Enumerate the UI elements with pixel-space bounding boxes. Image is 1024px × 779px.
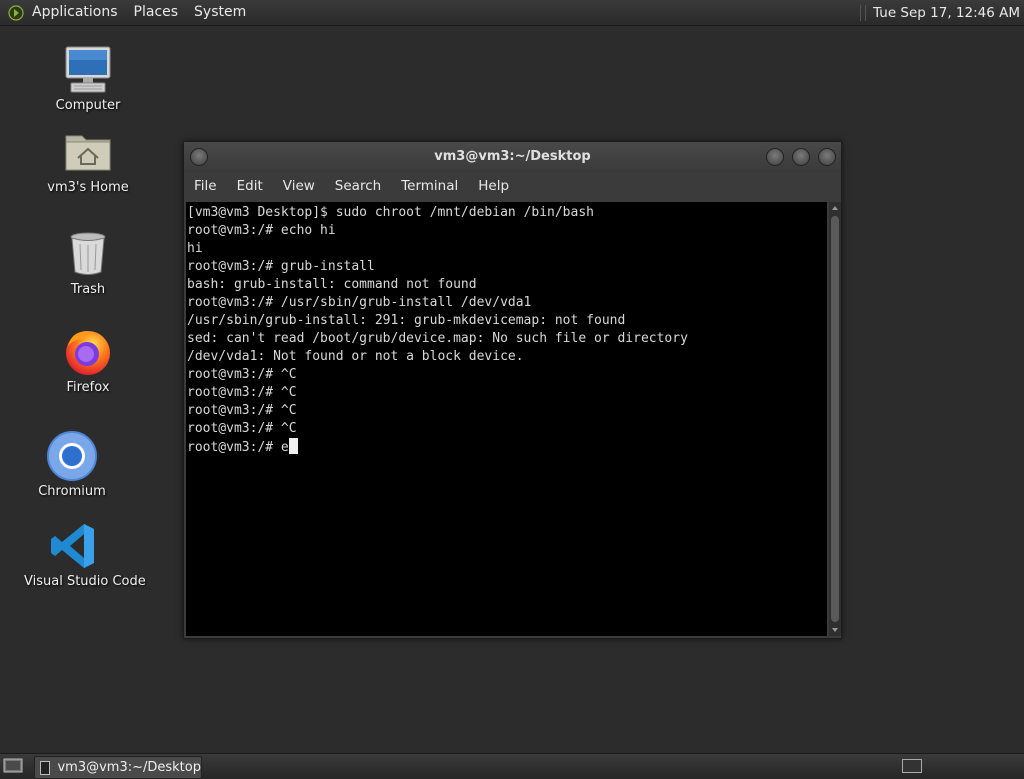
panel-separator bbox=[860, 4, 867, 21]
vscode-icon bbox=[48, 520, 100, 572]
terminal-prompt: root@vm3:/# bbox=[187, 440, 281, 455]
desktop-icon-computer[interactable]: Computer bbox=[38, 44, 138, 113]
terminal-line: root@vm3:/# ^C bbox=[187, 421, 297, 436]
top-panel: Applications Places System Tue Sep 17, 1… bbox=[0, 0, 1024, 26]
scroll-down-arrow-icon[interactable] bbox=[829, 624, 841, 636]
desktop-icon-label: Trash bbox=[70, 282, 106, 297]
computer-icon bbox=[62, 44, 114, 96]
scroll-thumb[interactable] bbox=[831, 216, 839, 622]
terminal-line: /usr/sbin/grub-install: 291: grub-mkdevi… bbox=[187, 313, 626, 328]
bottom-panel: vm3@vm3:~/Desktop bbox=[0, 753, 1024, 779]
window-titlebar[interactable]: vm3@vm3:~/Desktop bbox=[184, 142, 841, 172]
scroll-up-arrow-icon[interactable] bbox=[829, 202, 841, 214]
workspace-3[interactable] bbox=[956, 759, 974, 771]
menu-search[interactable]: Search bbox=[325, 178, 391, 194]
applications-menu[interactable]: Applications bbox=[24, 0, 126, 25]
top-menu: Applications Places System bbox=[24, 0, 254, 25]
applications-icon[interactable] bbox=[8, 4, 24, 21]
workspace-1[interactable] bbox=[902, 759, 922, 773]
desktop-icon-label: Computer bbox=[55, 98, 121, 113]
show-desktop-icon[interactable] bbox=[3, 757, 23, 775]
terminal-cursor bbox=[288, 438, 298, 454]
desktop-icon-trash[interactable]: Trash bbox=[38, 228, 138, 297]
menu-help[interactable]: Help bbox=[468, 178, 519, 194]
terminal-line: bash: grub-install: command not found bbox=[187, 277, 477, 292]
trash-icon bbox=[62, 228, 114, 280]
taskbar-item-terminal[interactable]: vm3@vm3:~/Desktop bbox=[34, 756, 202, 779]
desktop-icon-home[interactable]: vm3's Home bbox=[38, 126, 138, 195]
terminal-line: root@vm3:/# /usr/sbin/grub-install /dev/… bbox=[187, 295, 532, 310]
desktop-icon-label: vm3's Home bbox=[47, 180, 129, 195]
terminal-menubar: File Edit View Search Terminal Help bbox=[184, 172, 841, 200]
terminal-line: root@vm3:/# ^C bbox=[187, 403, 297, 418]
workspace-2[interactable] bbox=[930, 759, 948, 771]
terminal-output[interactable]: [vm3@vm3 Desktop]$ sudo chroot /mnt/debi… bbox=[186, 202, 827, 636]
home-folder-icon bbox=[62, 126, 114, 178]
terminal-line: root@vm3:/# echo hi bbox=[187, 223, 336, 238]
terminal-input[interactable]: e bbox=[281, 440, 289, 455]
maximize-button[interactable] bbox=[792, 148, 810, 166]
terminal-text: [vm3@vm3 Desktop]$ sudo chroot /mnt/debi… bbox=[187, 204, 688, 457]
terminal-line: /dev/vda1: Not found or not a block devi… bbox=[187, 349, 524, 364]
terminal-window: vm3@vm3:~/Desktop File Edit View Search … bbox=[183, 141, 842, 639]
desktop-icon-label: Firefox bbox=[66, 380, 110, 395]
terminal-line: root@vm3:/# ^C bbox=[187, 385, 297, 400]
terminal-line: hi bbox=[187, 241, 203, 256]
desktop-icon-label: Chromium bbox=[38, 484, 106, 499]
workspace-4[interactable] bbox=[982, 759, 1000, 771]
menu-edit[interactable]: Edit bbox=[227, 178, 273, 194]
menu-file[interactable]: File bbox=[184, 178, 227, 194]
menu-view[interactable]: View bbox=[273, 178, 325, 194]
terminal-line: sed: can't read /boot/grub/device.map: N… bbox=[187, 331, 688, 346]
chromium-icon bbox=[46, 430, 98, 482]
minimize-button[interactable] bbox=[766, 148, 784, 166]
terminal-line: root@vm3:/# ^C bbox=[187, 367, 297, 382]
firefox-icon bbox=[62, 326, 114, 378]
terminal-line: root@vm3:/# grub-install bbox=[187, 259, 375, 274]
places-menu[interactable]: Places bbox=[126, 0, 187, 25]
system-menu[interactable]: System bbox=[186, 0, 254, 25]
taskbar-item-label: vm3@vm3:~/Desktop bbox=[57, 760, 201, 775]
close-button[interactable] bbox=[818, 148, 836, 166]
terminal-icon bbox=[40, 760, 51, 775]
desktop-icon-vscode[interactable]: Visual Studio Code bbox=[24, 520, 146, 589]
terminal-scrollbar[interactable] bbox=[829, 202, 841, 636]
terminal-line: [vm3@vm3 Desktop]$ sudo chroot /mnt/debi… bbox=[187, 205, 594, 220]
desktop-icon-chromium[interactable]: Chromium bbox=[22, 430, 122, 499]
desktop-icon-firefox[interactable]: Firefox bbox=[38, 326, 138, 395]
clock-area: Tue Sep 17, 12:46 AM bbox=[860, 0, 1020, 25]
desktop-icon-label: Visual Studio Code bbox=[24, 574, 146, 589]
menu-terminal[interactable]: Terminal bbox=[391, 178, 468, 194]
window-title: vm3@vm3:~/Desktop bbox=[434, 149, 591, 164]
clock[interactable]: Tue Sep 17, 12:46 AM bbox=[873, 5, 1020, 21]
